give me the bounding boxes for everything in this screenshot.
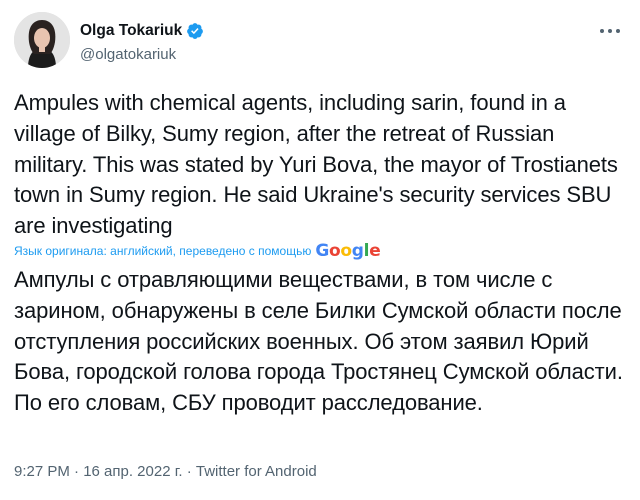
avatar[interactable]	[14, 12, 70, 68]
tweet-translated-text: Ампулы с отравляющими веществами, в том …	[14, 267, 623, 416]
tweet-timestamp[interactable]: 9:27 PM · 16 апр. 2022 г. · Twitter for …	[14, 463, 317, 480]
display-name[interactable]: Olga Tokariuk	[80, 22, 182, 40]
translation-note-text[interactable]: Язык оригинала: английский, переведено с…	[14, 244, 311, 258]
avatar-photo	[14, 12, 70, 68]
tweet-header: Olga Tokariuk @olgatokariuk	[14, 12, 626, 70]
verified-badge-icon	[186, 22, 204, 40]
translation-note: Язык оригинала: английский, переведено с…	[14, 241, 381, 261]
tweet-original-text: Ampules with chemical agents, including …	[14, 90, 618, 239]
name-row: Olga Tokariuk	[80, 22, 204, 40]
more-dot	[600, 29, 604, 33]
user-handle[interactable]: @olgatokariuk	[80, 46, 176, 63]
more-options-icon[interactable]	[600, 26, 620, 36]
more-dot	[616, 29, 620, 33]
more-dot	[608, 29, 612, 33]
google-logo: Google	[315, 241, 381, 261]
tweet: Olga Tokariuk @olgatokariuk Ampules with…	[0, 0, 640, 500]
